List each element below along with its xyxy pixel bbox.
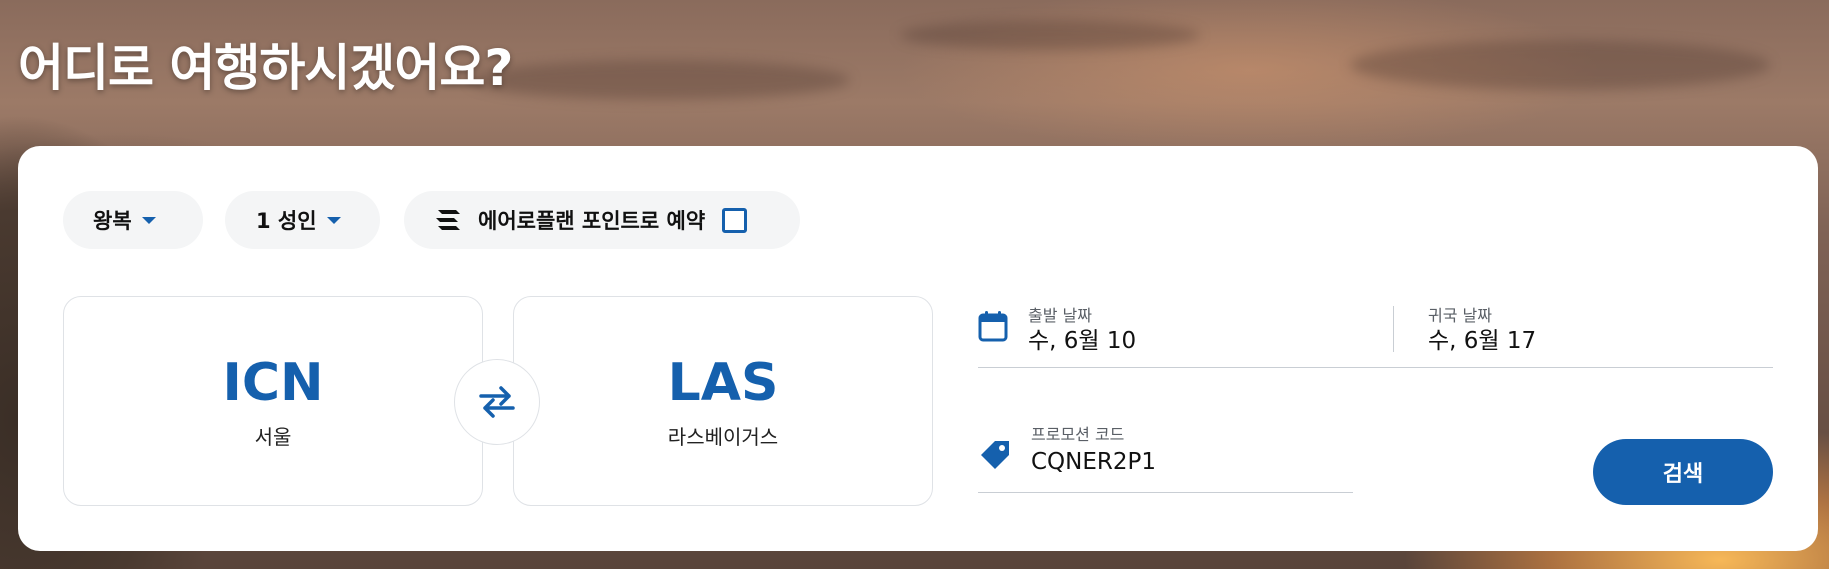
swap-arrows-icon: [479, 386, 515, 418]
origin-airport-field[interactable]: ICN 서울: [63, 296, 483, 506]
promo-code-field[interactable]: 프로모션 코드 CQNER2P1: [978, 421, 1353, 493]
destination-airport-field[interactable]: LAS 라스베이거스: [513, 296, 933, 506]
chevron-down-icon: [141, 216, 156, 224]
aeroplan-points-checkbox[interactable]: [722, 207, 748, 233]
hero-cloud: [900, 20, 1200, 50]
trip-type-label: 왕복: [93, 209, 132, 233]
search-button[interactable]: 검색: [1593, 439, 1773, 505]
origin-airport-code: ICN: [222, 352, 324, 413]
promo-code-input[interactable]: 프로모션 코드 CQNER2P1: [1031, 425, 1156, 477]
origin-city: 서울: [254, 424, 292, 449]
depart-date-label: 출발 날짜: [1028, 306, 1092, 325]
date-divider: [1393, 306, 1394, 352]
passengers-dropdown[interactable]: 1 성인: [225, 191, 380, 249]
aeroplan-points-label: 에어로플랜 포인트로 예약: [478, 209, 706, 233]
return-date-label: 귀국 날짜: [1428, 306, 1492, 325]
aeroplan-points-toggle[interactable]: 에어로플랜 포인트로 예약: [404, 191, 800, 249]
passengers-label: 1 성인: [256, 209, 317, 233]
calendar-icon: [978, 311, 1008, 342]
page-title: 어디로 여행하시겠어요?: [18, 39, 513, 97]
hero-cloud: [470, 60, 850, 100]
depart-date-value: 수, 6월 10: [1028, 328, 1137, 354]
return-date-value: 수, 6월 17: [1428, 328, 1537, 354]
swap-airports-button[interactable]: [454, 359, 540, 445]
chevron-down-icon: [326, 216, 341, 224]
booking-card: 왕복 1 성인 에어로플랜 포인트로 예약 ICN 서울 LAS 라스베이거스: [18, 146, 1818, 551]
tag-icon: [981, 441, 1009, 469]
hero-cloud: [1350, 40, 1770, 90]
return-date-field[interactable]: 귀국 날짜 수, 6월 17: [1428, 306, 1536, 356]
promo-code-label: 프로모션 코드: [1031, 425, 1125, 444]
travel-dates-field[interactable]: 출발 날짜 수, 6월 10 귀국 날짜 수, 6월 17: [978, 296, 1773, 368]
trip-type-dropdown[interactable]: 왕복: [63, 191, 203, 249]
aeroplan-logo-icon: [436, 210, 460, 230]
depart-date-field[interactable]: 출발 날짜 수, 6월 10: [1028, 306, 1136, 356]
destination-city: 라스베이거스: [667, 424, 779, 449]
promo-code-value: CQNER2P1: [1031, 449, 1157, 475]
destination-airport-code: LAS: [667, 352, 779, 413]
